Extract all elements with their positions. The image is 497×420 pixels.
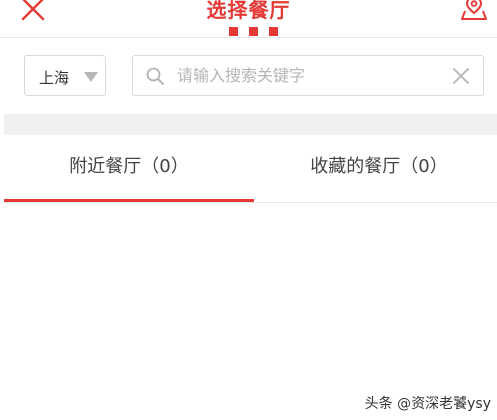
tab-label: 附近餐厅（0） [69, 156, 189, 177]
tab-favorite-restaurants[interactable]: 收藏的餐厅（0） [254, 135, 497, 202]
watermark: 头条 @资深老饕ysy [364, 396, 491, 412]
map-location-icon [461, 0, 487, 20]
map-button[interactable] [460, 0, 488, 22]
header: 选择餐厅 [0, 0, 497, 38]
search-input[interactable] [177, 62, 437, 89]
restaurant-tabs: 附近餐厅（0） 收藏的餐厅（0） [4, 135, 497, 203]
indicator-dot [269, 27, 278, 36]
page-title: 选择餐厅 [206, 0, 291, 22]
clear-icon [453, 68, 469, 84]
clear-search-button[interactable] [451, 66, 471, 86]
section-divider [4, 114, 497, 135]
page: 选择餐厅 上海 请输入搜索关键字 附近餐厅（0） 收藏的餐厅（0） 头条 @资深… [0, 0, 497, 420]
indicator-dot [229, 27, 238, 36]
tab-nearby-restaurants[interactable]: 附近餐厅（0） [4, 135, 254, 202]
indicator-dot [249, 27, 258, 36]
search-icon [146, 67, 164, 85]
tab-label: 收藏的餐厅（0） [310, 156, 448, 177]
city-selector[interactable]: 上海 [24, 55, 106, 96]
dropdown-triangle-icon [84, 72, 98, 82]
active-tab-indicator [4, 199, 254, 202]
title-indicator-dots [229, 27, 278, 36]
search-box [132, 55, 484, 96]
city-label: 上海 [39, 69, 70, 87]
